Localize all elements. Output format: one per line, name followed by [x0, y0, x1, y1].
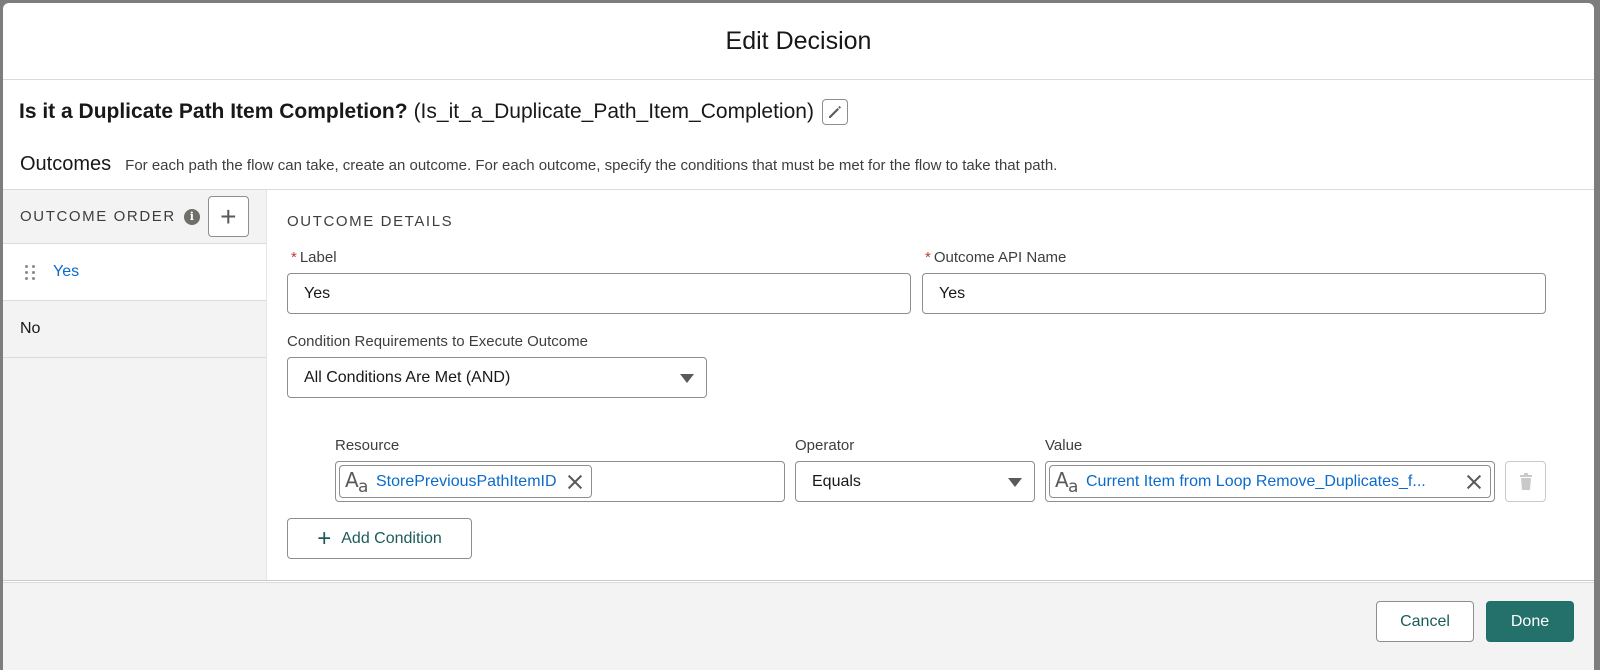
decision-api-name: (Is_it_a_Duplicate_Path_Item_Completion) — [413, 100, 814, 123]
resource-label: Resource — [335, 437, 400, 454]
add-outcome-button[interactable]: + — [207, 196, 249, 237]
value-input[interactable]: Aa Current Item from Loop Remove_Duplica… — [1045, 461, 1495, 502]
label-text: Label — [299, 249, 337, 266]
chevron-down-icon — [680, 374, 694, 383]
chevron-down-icon — [1008, 478, 1022, 487]
requirements-value: All Conditions Are Met (AND) — [304, 368, 511, 386]
text-variable-icon: Aa — [345, 467, 369, 497]
requirements-select[interactable]: All Conditions Are Met (AND) — [287, 357, 707, 398]
add-condition-label: Add Condition — [341, 529, 442, 547]
sidebar-item-no[interactable]: No — [3, 301, 266, 358]
sidebar-item-yes[interactable]: Yes — [3, 244, 266, 301]
required-marker: * — [925, 249, 931, 266]
decision-label: Is it a Duplicate Path Item Completion? — [19, 100, 408, 123]
outcome-order-label: OUTCOME ORDER — [20, 208, 176, 225]
close-icon[interactable] — [567, 474, 583, 490]
info-icon[interactable]: i — [183, 208, 200, 225]
modal-footer: Cancel Done — [3, 582, 1594, 670]
required-marker: * — [291, 249, 297, 266]
modal-title: Edit Decision — [725, 26, 872, 55]
outcome-details-title: OUTCOME DETAILS — [287, 213, 454, 230]
drag-handle-icon[interactable] — [25, 264, 39, 280]
outcomes-panel: OUTCOME ORDER i + Yes No OUTCOME DETAILS… — [3, 189, 1594, 581]
api-name-text: Outcome API Name — [933, 249, 1067, 266]
edit-decision-button[interactable] — [821, 99, 848, 125]
operator-label: Operator — [795, 437, 855, 454]
plus-icon: + — [317, 524, 332, 552]
trash-icon — [1519, 472, 1532, 490]
modal-header: Edit Decision — [3, 3, 1594, 80]
outcome-details: OUTCOME DETAILS * Label Yes * Outcome API … — [267, 190, 1594, 580]
outcomes-title: Outcomes — [20, 153, 112, 175]
close-icon[interactable] — [1466, 474, 1482, 490]
edit-decision-modal: Edit Decision Is it a Duplicate Path Ite… — [3, 3, 1594, 670]
plus-icon: + — [220, 200, 237, 232]
sidebar-item-label: Yes — [53, 263, 80, 280]
value-label: Value — [1045, 437, 1083, 454]
outcomes-description: For each path the flow can take, create … — [125, 157, 1058, 174]
operator-select[interactable]: Equals — [795, 461, 1035, 502]
resource-pill: Aa StorePreviousPathItemID — [339, 465, 592, 498]
resource-input[interactable]: Aa StorePreviousPathItemID — [335, 461, 785, 502]
label-input[interactable]: Yes — [287, 273, 911, 314]
done-button[interactable]: Done — [1486, 601, 1574, 642]
outcomes-heading: Outcomes For each path the flow can take… — [20, 153, 1057, 176]
value-pill-label: Current Item from Loop Remove_Duplicates… — [1086, 472, 1426, 490]
delete-condition-button[interactable] — [1505, 461, 1546, 502]
outcome-order-sidebar: OUTCOME ORDER i + Yes No — [3, 190, 267, 580]
sidebar-item-label: No — [20, 320, 41, 337]
cancel-button[interactable]: Cancel — [1376, 601, 1474, 642]
pencil-icon — [828, 106, 841, 118]
decision-heading: Is it a Duplicate Path Item Completion? … — [19, 99, 848, 125]
add-condition-button[interactable]: + Add Condition — [287, 518, 472, 559]
outcome-order-header: OUTCOME ORDER i + — [3, 190, 266, 244]
label-field-label: * Label — [291, 249, 337, 266]
api-name-field-label: * Outcome API Name — [925, 249, 1066, 266]
operator-value: Equals — [812, 472, 861, 490]
requirements-label: Condition Requirements to Execute Outcom… — [287, 333, 588, 350]
api-name-input[interactable]: Yes — [922, 273, 1546, 314]
value-pill: Aa Current Item from Loop Remove_Duplica… — [1049, 465, 1491, 498]
resource-pill-label: StorePreviousPathItemID — [376, 472, 557, 490]
text-variable-icon: Aa — [1055, 467, 1079, 497]
